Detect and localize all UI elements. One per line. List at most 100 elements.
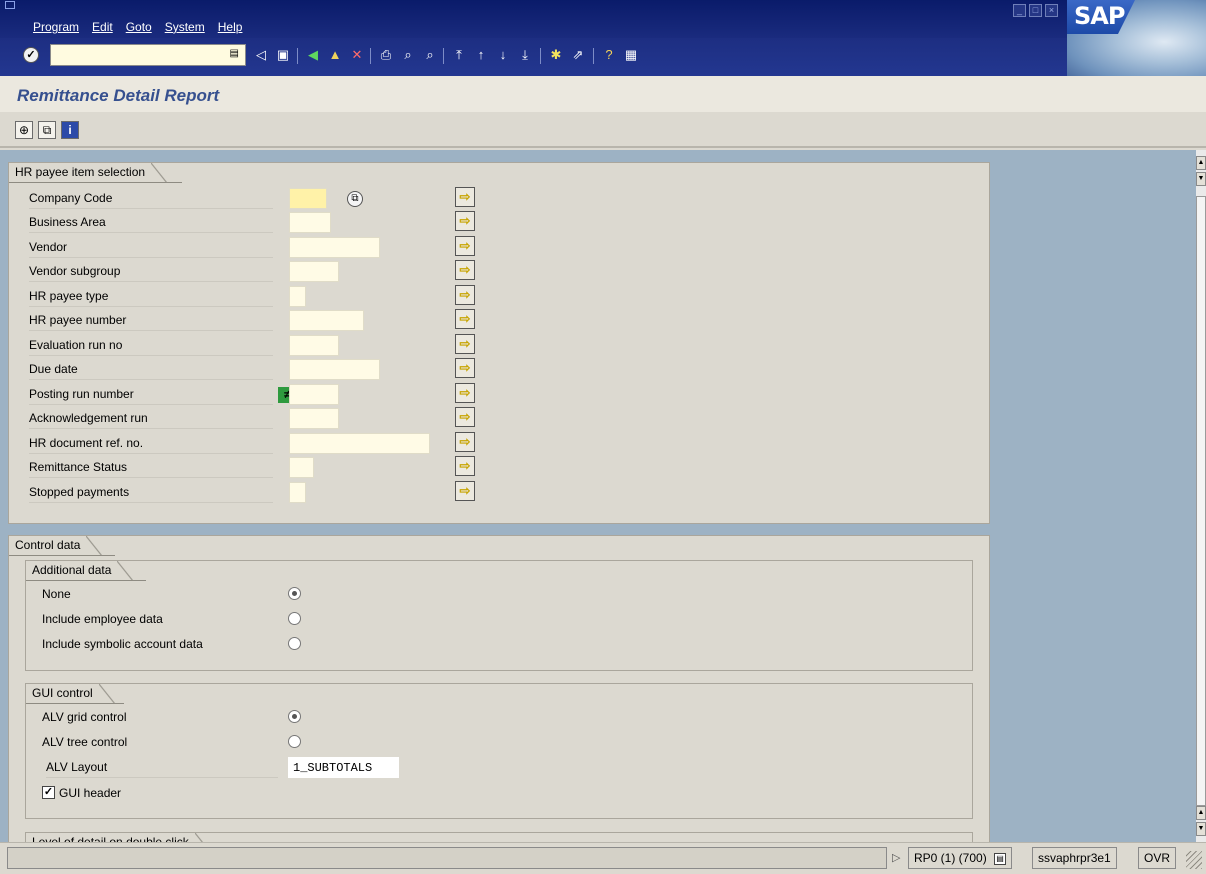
gui-header-label: GUI header [59,786,122,800]
group-tab-line [26,580,146,581]
scroll-up-icon[interactable]: ▲ [1196,806,1206,820]
option-include-employee-data-radio[interactable] [288,612,301,625]
multiple-selection-button[interactable]: ⇨ [455,187,475,207]
close-icon[interactable]: × [1045,4,1058,17]
system-menu-icon[interactable] [5,1,15,9]
minimize-icon[interactable]: _ [1013,4,1026,17]
multiple-selection-button[interactable]: ⇨ [455,456,475,476]
sap-logo: SAP [1067,0,1206,76]
last-page-icon[interactable]: ⤓ [516,46,534,64]
vendor-field[interactable] [289,237,380,258]
maximize-icon[interactable]: □ [1029,4,1042,17]
command-history-icon[interactable]: ▤ [230,48,239,59]
menu-program[interactable]: Program [33,20,79,34]
execute-icon[interactable]: ⊕ [15,121,33,139]
multiple-selection-button[interactable]: ⇨ [455,407,475,427]
hr-payee-type-field[interactable] [289,286,306,307]
multiple-selection-button[interactable]: ⇨ [455,309,475,329]
business-area-field[interactable] [289,212,331,233]
scroll-up-icon[interactable]: ▲ [1196,156,1206,170]
multiple-selection-button[interactable]: ⇨ [455,236,475,256]
option-alv-tree-label: ALV tree control [42,735,128,749]
option-include-symbolic-account-data[interactable]: Include symbolic account data [42,635,312,655]
scroll-down-icon[interactable]: ▼ [1196,822,1206,836]
multiple-selection-button[interactable]: ⇨ [455,383,475,403]
menu-edit[interactable]: Edit [92,20,113,34]
posting-run-number-field[interactable] [289,384,339,405]
gui-header-checkbox[interactable]: ✓ [42,786,55,799]
multiple-selection-button[interactable]: ⇨ [455,432,475,452]
hr-payee-number-field[interactable] [289,310,364,331]
option-include-symbolic-account-data-radio[interactable] [288,637,301,650]
selection-group-title: HR payee item selection [9,163,168,183]
option-none-radio[interactable] [288,587,301,600]
posting-run-number-label: Posting run number [29,387,273,405]
evaluation-run-no-field[interactable] [289,335,339,356]
save-icon[interactable]: ▣ [274,46,292,64]
enter-icon[interactable]: ✓ [23,47,39,63]
due-date-field[interactable] [289,359,380,380]
hr-document-ref-label: HR document ref. no. [29,436,273,454]
find-icon[interactable]: ⌕ [399,46,417,64]
shortcut-icon[interactable]: ⇗ [569,46,587,64]
status-server: ssvaphrpr3e1 [1032,847,1117,869]
first-page-icon[interactable]: ⤒ [450,46,468,64]
remittance-status-field[interactable] [289,457,314,478]
create-session-icon[interactable]: ✱ [547,46,565,64]
command-input[interactable] [51,45,221,65]
selection-screen: HR payee item selection Company Code ⧉ ⇨… [0,150,1196,842]
option-none[interactable]: None [42,585,312,605]
scroll-thumb[interactable] [1196,196,1206,806]
multiple-selection-button[interactable]: ⇨ [455,260,475,280]
company-code-field[interactable] [289,188,327,209]
resize-grip-icon[interactable] [1186,851,1202,869]
title-area: Remittance Detail Report [0,76,1206,112]
alv-layout-label: ALV Layout [46,760,278,778]
print-icon[interactable]: ⎙ [377,46,395,64]
menu-help[interactable]: Help [218,20,243,34]
vendor-subgroup-field[interactable] [289,261,339,282]
cancel-icon[interactable]: ✕ [348,46,366,64]
toolbar-group-exit: ◀ ▲ ✕ [304,46,366,64]
option-alv-tree-radio[interactable] [288,735,301,748]
option-alv-grid[interactable]: ALV grid control [42,708,312,728]
back-icon[interactable]: ◁ [252,46,270,64]
gui-header-checkbox-row[interactable]: ✓ GUI header [42,784,182,802]
multiple-selection-button[interactable]: ⇨ [455,285,475,305]
acknowledgement-run-field[interactable] [289,408,339,429]
option-include-employee-data[interactable]: Include employee data [42,610,312,630]
hr-document-ref-field[interactable] [289,433,430,454]
menu-goto[interactable]: Goto [126,20,152,34]
layout-icon[interactable]: ▦ [622,46,640,64]
multiple-selection-button[interactable]: ⇨ [455,334,475,354]
additional-data-group: Additional data None Include employee da… [25,560,973,671]
application-toolbar: ⊕ ⧉ i [0,112,1206,148]
stopped-payments-field[interactable] [289,482,306,503]
value-help-icon[interactable]: ⧉ [347,191,363,207]
info-icon[interactable]: i [61,121,79,139]
exit-icon[interactable]: ▲ [326,46,344,64]
multiple-selection-button[interactable]: ⇨ [455,481,475,501]
command-field[interactable]: ▤ [50,44,246,66]
option-alv-grid-radio[interactable] [288,710,301,723]
scroll-down-icon[interactable]: ▼ [1196,172,1206,186]
status-toggle-icon[interactable]: ▷ [892,851,900,864]
option-alv-tree[interactable]: ALV tree control [42,733,312,753]
multiple-selection-button[interactable]: ⇨ [455,358,475,378]
multiple-selection-button[interactable]: ⇨ [455,211,475,231]
menu-items: Program Edit Goto System Help [33,20,242,34]
back-green-icon[interactable]: ◀ [304,46,322,64]
alv-layout-field[interactable] [288,757,399,778]
find-next-icon[interactable]: ⌕ [421,46,439,64]
next-page-icon[interactable]: ↓ [494,46,512,64]
control-data-title: Control data [9,536,103,556]
menu-bar: Program Edit Goto System Help _ □ × [0,0,1206,38]
system-info-icon[interactable]: ▤ [994,852,1007,865]
help-icon[interactable]: ? [600,46,618,64]
get-variant-icon[interactable]: ⧉ [38,121,56,139]
menu-system[interactable]: System [165,20,205,34]
previous-page-icon[interactable]: ↑ [472,46,490,64]
status-mode[interactable]: OVR [1138,847,1177,869]
vertical-scrollbar[interactable]: ▲ ▼ ▲ ▼ [1196,150,1206,842]
standard-toolbar: ✓ ▤ ◁ ▣ ◀ ▲ ✕ ⎙ ⌕ ⌕ ⤒ ↑ ↓ ⤓ ✱ ⇗ ? ▦ [0,38,1067,76]
